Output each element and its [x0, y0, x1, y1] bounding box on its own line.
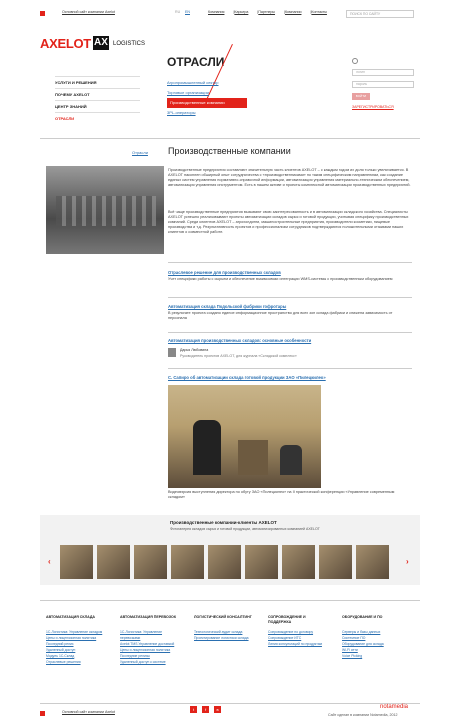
divider	[40, 703, 420, 704]
footer-col-support: СОПРОВОЖДЕНИЕ И ПОДДЕРЖКА Сопровождение …	[268, 615, 328, 665]
section-text-1: Учет специфики работы с сырьем и обеспеч…	[168, 277, 393, 281]
video-caption: Видеовэрсия выступления директора по обу…	[168, 490, 395, 499]
footer-head: АВТОМАТИЗАЦИЯ ПЕРЕВОЗОК	[120, 615, 177, 619]
page-title: ОТРАСЛИ	[167, 55, 225, 69]
intro-text: Производственные предприятия составляют …	[168, 168, 411, 187]
footer-col-hardware: ОБОРУДОВАНИЕ И ПО Серверы и базы данных …	[342, 615, 402, 665]
twitter-icon[interactable]: t	[190, 706, 197, 713]
divider	[168, 297, 412, 298]
thumbnail[interactable]	[208, 545, 241, 579]
footer-link[interactable]: Удаленный доступ к системе	[120, 659, 180, 665]
subnav-trade[interactable]: Торговые организации	[167, 88, 247, 98]
avatar	[168, 348, 176, 357]
logo-mark: AX	[93, 36, 109, 50]
leftnav-services[interactable]: УСЛУГИ И РЕШЕНИЯ	[55, 76, 140, 88]
thumbnail[interactable]	[171, 545, 204, 579]
sub-nav: Агропромышленный сектор Торговые организ…	[167, 78, 247, 118]
footer-head: ОБОРУДОВАНИЕ И ПО	[342, 615, 383, 619]
subnav-3pl[interactable]: 3PL-операторы	[167, 108, 247, 118]
subnav-agro[interactable]: Агропромышленный сектор	[167, 78, 247, 88]
lang-ru[interactable]: RU	[175, 10, 180, 15]
section-heading: Производственные компании	[168, 146, 291, 156]
footer-col-transport: АВТОМАТИЗАЦИЯ ПЕРЕВОЗОК 1С-Логистика: Уп…	[120, 615, 180, 665]
password-input[interactable]: пароль	[352, 81, 414, 88]
section-link-2[interactable]: Автоматизация склада Подольской фабрики …	[168, 304, 286, 309]
thumbnail-strip	[60, 545, 400, 579]
login-input[interactable]: логин	[352, 69, 414, 76]
vk-icon[interactable]: в	[214, 706, 221, 713]
footer-link[interactable]: Линия консультаций по продуктам	[268, 641, 328, 647]
divider	[40, 600, 420, 601]
strip-subtitle: Фотогалерея складов сырья и готовой прод…	[170, 527, 320, 531]
author-role: Руководитель проектов AXELOT, для журнал…	[180, 354, 297, 358]
footer-columns: АВТОМАТИЗАЦИЯ СКЛАДА 1С-Логистика: Управ…	[46, 615, 420, 665]
nav-career[interactable]: Карьера	[234, 10, 248, 14]
lang-en[interactable]: EN	[185, 10, 190, 15]
footer-link[interactable]: 1С-Логистика: Управление перевозками	[120, 629, 180, 641]
intro-text-2: Всё чаще производственные предприятия вы…	[168, 210, 409, 234]
facebook-icon[interactable]: f	[202, 706, 209, 713]
subnav-production[interactable]: Производственные компании	[167, 98, 247, 108]
section-link-1[interactable]: Отраслевое решение для производственных …	[168, 270, 281, 275]
section-text-2: В результате проекта создано единое инфо…	[168, 311, 393, 320]
nav-contacts[interactable]: Контакты	[311, 10, 327, 14]
thumbnail[interactable]	[282, 545, 315, 579]
video-photo[interactable]	[168, 385, 321, 488]
leftnav-industries[interactable]: ОТРАСЛИ	[55, 112, 140, 124]
main-site-link[interactable]: Основной сайт компании Axelot	[62, 10, 115, 15]
footer-link[interactable]: Voice Picking	[342, 653, 402, 659]
user-icon	[352, 58, 358, 64]
login-button[interactable]: ВОЙТИ	[352, 93, 370, 100]
footer-col-warehouse: АВТОМАТИЗАЦИЯ СКЛАДА 1С-Логистика: Управ…	[46, 615, 106, 665]
divider	[168, 262, 412, 263]
thumbnail[interactable]	[60, 545, 93, 579]
credit-text: Сайт сделан в компании Notamedia, 2012	[328, 713, 398, 717]
site-icon	[40, 711, 45, 716]
footer-head: АВТОМАТИЗАЦИЯ СКЛАДА	[46, 615, 95, 619]
nav-companies[interactable]: Компании	[285, 10, 302, 14]
thumbnail[interactable]	[356, 545, 389, 579]
prev-arrow-icon[interactable]: ‹	[48, 557, 51, 566]
thumbnail[interactable]	[97, 545, 130, 579]
footer-head: ЛОГИСТИЧЕСКИЙ КОНСАЛТИНГ	[194, 615, 252, 619]
thumbnail[interactable]	[245, 545, 278, 579]
footer-head: СОПРОВОЖДЕНИЕ И ПОДДЕРЖКА	[268, 615, 306, 624]
author-name: Дарья Любовина	[180, 348, 209, 352]
divider	[40, 138, 420, 139]
site-icon	[40, 11, 45, 16]
logo-text[interactable]: AXELOT	[40, 36, 91, 51]
thumbnail[interactable]	[134, 545, 167, 579]
leftnav-knowledge[interactable]: ЦЕНТР ЗНАНИЙ	[55, 100, 140, 112]
warehouse-photo	[46, 166, 164, 254]
login-panel: логин пароль ВОЙТИ ЗАРЕГИСТРИРОВАТЬСЯ	[352, 58, 414, 109]
footer-link[interactable]: Отраслевые решения	[46, 659, 106, 665]
footer-col-consulting: ЛОГИСТИЧЕСКИЙ КОНСАЛТИНГ Технологический…	[194, 615, 254, 665]
bottom-site-link[interactable]: Основной сайт компании Axelot	[62, 710, 115, 715]
brand-logo[interactable]: notamedia	[380, 704, 408, 710]
register-link[interactable]: ЗАРЕГИСТРИРОВАТЬСЯ	[352, 105, 414, 109]
thumbnail[interactable]	[319, 545, 352, 579]
strip-title: Производственные компании-клиенты AXELOT	[170, 520, 277, 525]
divider	[168, 368, 412, 369]
logo-suffix: LOGISTICS	[113, 41, 146, 47]
breadcrumb[interactable]: Отрасли	[132, 150, 148, 155]
search-input[interactable]: ПОИСК ПО САЙТУ	[346, 10, 414, 18]
leftnav-why[interactable]: ПОЧЕМУ AXELOT	[55, 88, 140, 100]
next-arrow-icon[interactable]: ›	[406, 557, 409, 566]
nav-partners[interactable]: Партнеры	[258, 10, 275, 14]
left-nav: УСЛУГИ И РЕШЕНИЯ ПОЧЕМУ AXELOT ЦЕНТР ЗНА…	[55, 76, 140, 124]
footer-link[interactable]: Проектирование логистики склада	[194, 635, 254, 641]
video-title-link[interactable]: С. Сапиро об автоматизации склада готово…	[168, 375, 326, 380]
nav-company[interactable]: Компания	[208, 10, 224, 14]
section-link-3[interactable]: Автоматизация производственных складов: …	[168, 338, 311, 343]
divider	[168, 332, 412, 333]
